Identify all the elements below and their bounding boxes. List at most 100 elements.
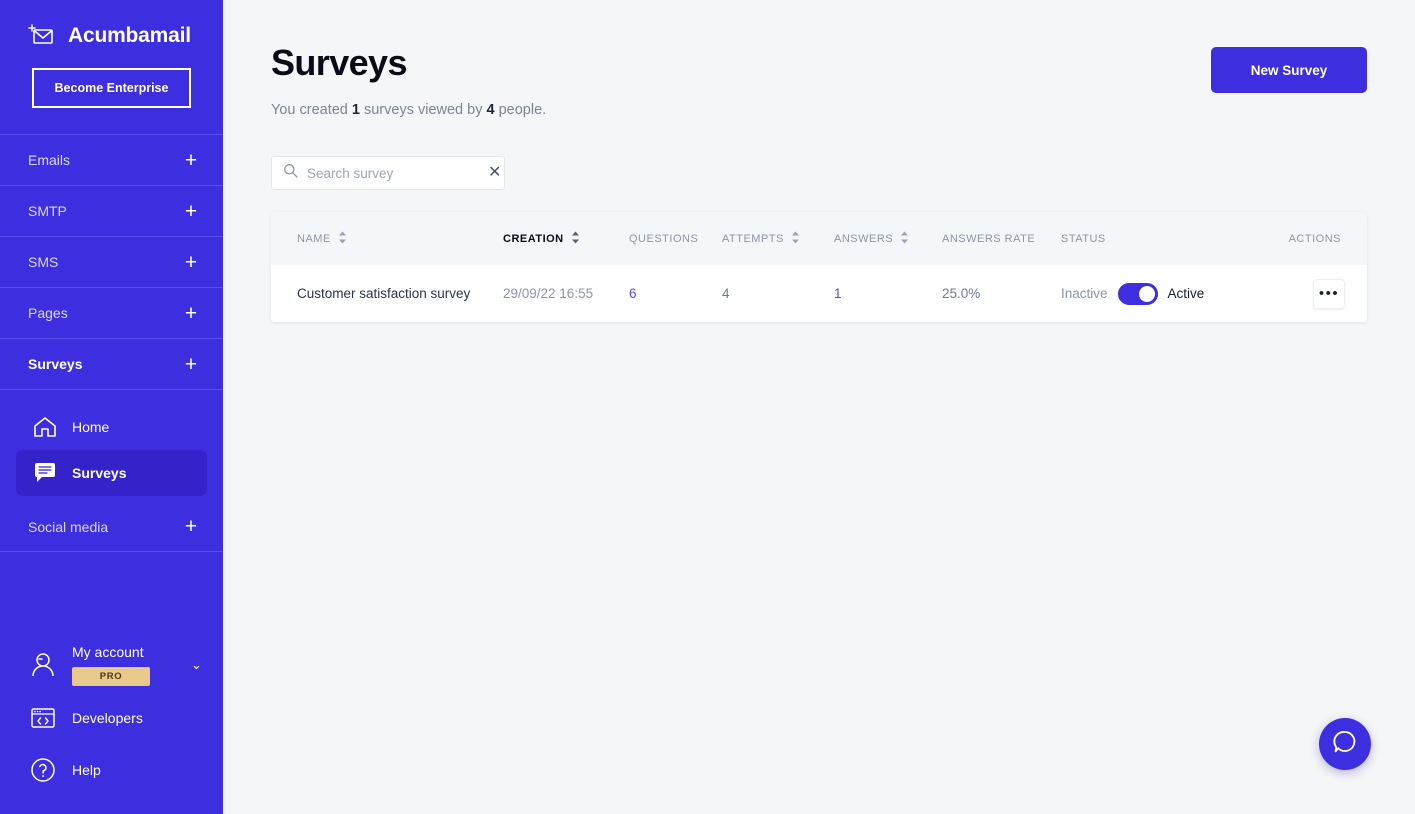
sidebar-item-label: Pages	[28, 305, 68, 321]
brand-logo[interactable]: Acumbamail	[0, 0, 223, 52]
sidebar-item-label: Developers	[72, 710, 143, 726]
sidebar-item-sms[interactable]: SMS +	[0, 237, 223, 288]
status-active-label: Active	[1167, 286, 1205, 301]
sidebar-item-label: Home	[72, 419, 110, 435]
table-row[interactable]: Customer satisfaction survey 29/09/22 16…	[271, 265, 1367, 322]
chat-bubble-icon	[1332, 729, 1358, 760]
sidebar-item-social-media[interactable]: Social media +	[0, 502, 223, 552]
column-header-attempts[interactable]: ATTEMPTS	[722, 212, 834, 265]
cell-attempts: 4	[722, 265, 834, 322]
row-actions-button[interactable]: •••	[1313, 278, 1345, 309]
cell-actions: •••	[1271, 265, 1367, 322]
chevron-down-icon[interactable]: ⌄	[191, 657, 205, 673]
search-box[interactable]: ✕	[271, 156, 505, 190]
sidebar-item-home[interactable]: Home	[16, 404, 207, 450]
sort-icon[interactable]	[900, 231, 909, 247]
sidebar-item-surveys-section[interactable]: Surveys	[16, 450, 207, 496]
page-title: Surveys	[271, 42, 408, 83]
plus-icon[interactable]: +	[183, 516, 199, 537]
page-header-left: Surveys You created 1 surveys viewed by …	[271, 42, 1211, 118]
toggle-knob	[1138, 285, 1155, 302]
subtitle-mid: surveys viewed by	[359, 102, 487, 118]
table-body: Customer satisfaction survey 29/09/22 16…	[271, 265, 1367, 322]
main-content: Surveys You created 1 surveys viewed by …	[223, 0, 1415, 814]
subtitle-survey-count: 1	[351, 102, 360, 118]
attempts-value: 4	[722, 286, 730, 301]
page-header: Surveys You created 1 surveys viewed by …	[223, 0, 1415, 118]
cell-creation: 29/09/22 16:55	[503, 286, 594, 301]
app-root: Acumbamail Become Enterprise Emails + SM…	[0, 0, 1415, 814]
cell-name: Customer satisfaction survey	[297, 286, 471, 301]
cell-questions: 6	[629, 265, 722, 322]
column-label: NAME	[297, 232, 331, 245]
cell-status: Inactive Active	[1061, 265, 1271, 322]
column-header-questions: QUESTIONS	[629, 212, 722, 265]
column-header-creation[interactable]: CREATION	[503, 212, 629, 265]
sidebar-item-help[interactable]: Help	[0, 744, 223, 796]
cell-answers-rate: 25.0%	[942, 286, 981, 301]
sidebar: Acumbamail Become Enterprise Emails + SM…	[0, 0, 223, 814]
speech-bubble-icon	[32, 460, 58, 486]
plus-icon[interactable]: +	[183, 354, 199, 375]
sidebar-item-label: SMS	[28, 254, 59, 270]
column-header-name[interactable]: NAME	[271, 212, 503, 265]
column-label: ATTEMPTS	[722, 232, 784, 245]
surveys-table-card: NAME CREATION QUESTIONS ATTEMPTS ANSWERS…	[271, 212, 1367, 322]
search-input[interactable]	[298, 165, 484, 181]
questions-link[interactable]: 6	[629, 286, 637, 301]
product-nav: Emails + SMTP + SMS + Pages + Surveys +	[0, 134, 223, 390]
brand-name: Acumbamail	[68, 24, 191, 47]
subtitle-post: people.	[494, 102, 547, 118]
help-chat-launcher[interactable]	[1319, 718, 1371, 770]
column-label: ACTIONS	[1288, 232, 1341, 245]
sort-icon[interactable]	[571, 231, 580, 247]
sidebar-item-label: Social media	[28, 518, 109, 535]
column-label: ANSWERS RATE	[942, 232, 1036, 245]
column-header-answers-rate: ANSWERS RATE	[942, 212, 1061, 265]
column-label: ANSWERS	[834, 232, 894, 245]
envelope-sparkle-icon	[28, 23, 58, 49]
account-name: My account	[72, 644, 144, 660]
column-label: QUESTIONS	[629, 232, 699, 245]
search-icon	[283, 163, 298, 183]
sidebar-item-smtp[interactable]: SMTP +	[0, 186, 223, 237]
plus-icon[interactable]: +	[183, 201, 199, 222]
sidebar-item-pages[interactable]: Pages +	[0, 288, 223, 339]
sidebar-item-my-account[interactable]: My account PRO ⌄	[0, 637, 223, 692]
new-survey-button[interactable]: New Survey	[1211, 47, 1367, 93]
plus-icon[interactable]: +	[183, 252, 199, 273]
sort-icon[interactable]	[791, 231, 800, 247]
sidebar-item-label: Surveys	[72, 465, 127, 481]
sidebar-item-emails[interactable]: Emails +	[0, 135, 223, 186]
column-header-answers[interactable]: ANSWERS	[834, 212, 942, 265]
cell-answers: 1	[834, 265, 942, 322]
sidebar-item-developers[interactable]: Developers	[0, 692, 223, 744]
sidebar-item-surveys[interactable]: Surveys +	[0, 339, 223, 390]
question-circle-icon	[28, 755, 58, 785]
status-inactive-label: Inactive	[1061, 286, 1108, 301]
status-toggle[interactable]	[1117, 282, 1158, 305]
surveys-table: NAME CREATION QUESTIONS ATTEMPTS ANSWERS…	[271, 212, 1367, 322]
table-head: NAME CREATION QUESTIONS ATTEMPTS ANSWERS…	[271, 212, 1367, 265]
enterprise-wrap: Become Enterprise	[0, 52, 223, 108]
sidebar-item-label: SMTP	[28, 203, 67, 219]
home-icon	[32, 414, 58, 440]
subtitle-people-count: 4	[486, 102, 495, 118]
table-header-row: NAME CREATION QUESTIONS ATTEMPTS ANSWERS…	[271, 212, 1367, 265]
sidebar-item-label: Help	[72, 762, 101, 778]
become-enterprise-button[interactable]: Become Enterprise	[32, 68, 191, 108]
sort-icon[interactable]	[338, 231, 347, 247]
code-window-icon	[28, 703, 58, 733]
plus-icon[interactable]: +	[183, 303, 199, 324]
answers-link[interactable]: 1	[834, 286, 842, 301]
sidebar-item-label: Emails	[28, 152, 71, 168]
status-badge: PRO	[72, 667, 150, 686]
column-label: CREATION	[503, 232, 564, 245]
page-subtitle: You created 1 surveys viewed by 4 people…	[271, 102, 1211, 118]
section-nav: Home Surveys	[0, 390, 223, 496]
subtitle-pre: You created	[271, 102, 352, 118]
close-icon[interactable]: ✕	[484, 165, 501, 181]
plus-icon[interactable]: +	[183, 150, 199, 171]
sidebar-footer: My account PRO ⌄ Developers Help	[0, 637, 223, 796]
user-icon	[28, 650, 58, 680]
